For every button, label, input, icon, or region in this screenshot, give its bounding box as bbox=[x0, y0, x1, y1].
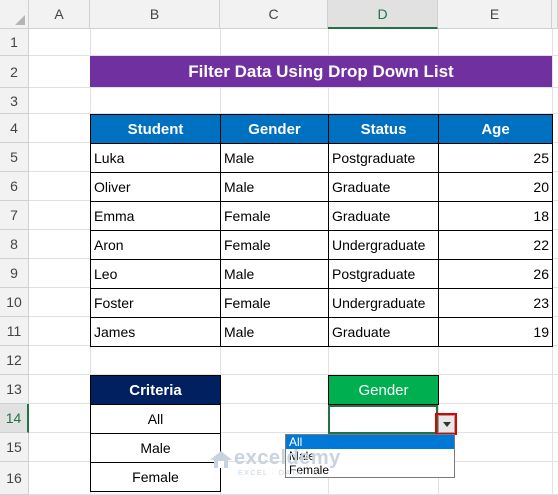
table-cell[interactable]: 18 bbox=[438, 201, 553, 231]
table-header-status: Status bbox=[328, 114, 439, 144]
table-cell[interactable]: Aron bbox=[90, 230, 221, 260]
gender-filter-cell[interactable] bbox=[328, 405, 438, 434]
criteria-item[interactable]: Female bbox=[90, 462, 221, 492]
table-cell[interactable]: Male bbox=[220, 317, 329, 347]
criteria-header: Criteria bbox=[90, 375, 221, 405]
dropdown-highlight-box bbox=[435, 413, 457, 435]
row-header-1[interactable]: 1 bbox=[0, 29, 29, 56]
table-cell[interactable]: Male bbox=[220, 259, 329, 289]
row-header-9[interactable]: 9 bbox=[0, 259, 29, 288]
column-header-d[interactable]: D bbox=[328, 0, 438, 29]
table-cell[interactable]: 26 bbox=[438, 259, 553, 289]
exceldemy-logo-icon bbox=[210, 450, 232, 468]
watermark: exceldemy EXCEL · DATA · BI bbox=[208, 447, 341, 477]
watermark-tagline: EXCEL · DATA · BI bbox=[238, 470, 323, 477]
row-header-5[interactable]: 5 bbox=[0, 143, 29, 172]
table-cell[interactable]: Male bbox=[220, 172, 329, 202]
select-all-corner[interactable] bbox=[0, 0, 29, 29]
table-cell[interactable]: Male bbox=[220, 143, 329, 173]
select-all-icon bbox=[15, 15, 25, 25]
column-header-c[interactable]: C bbox=[220, 0, 328, 29]
row-header-8[interactable]: 8 bbox=[0, 230, 29, 259]
table-cell[interactable]: Undergraduate bbox=[328, 230, 439, 260]
row-header-11[interactable]: 11 bbox=[0, 317, 29, 346]
table-cell[interactable]: 25 bbox=[438, 143, 553, 173]
row-header-3[interactable]: 3 bbox=[0, 88, 29, 114]
table-cell[interactable]: James bbox=[90, 317, 221, 347]
table-cell[interactable]: Graduate bbox=[328, 317, 439, 347]
table-cell[interactable]: Graduate bbox=[328, 172, 439, 202]
table-cell[interactable]: Undergraduate bbox=[328, 288, 439, 318]
table-cell[interactable]: Female bbox=[220, 288, 329, 318]
column-header-b[interactable]: B bbox=[90, 0, 220, 29]
table-cell[interactable]: 23 bbox=[438, 288, 553, 318]
table-cell[interactable]: 20 bbox=[438, 172, 553, 202]
table-cell[interactable]: Female bbox=[220, 201, 329, 231]
spreadsheet-grid[interactable]: A B C D E 1 2 3 4 5 6 7 8 9 10 11 12 13 14 15 16 Filter… bbox=[0, 0, 558, 495]
table-header-student: Student bbox=[90, 114, 221, 144]
table-cell[interactable]: Postgraduate bbox=[328, 143, 439, 173]
row-header-6[interactable]: 6 bbox=[0, 172, 29, 201]
table-cell[interactable]: Graduate bbox=[328, 201, 439, 231]
table-cell[interactable]: Foster bbox=[90, 288, 221, 318]
table-header-age: Age bbox=[438, 114, 553, 144]
table-cell[interactable]: 22 bbox=[438, 230, 553, 260]
row-header-16[interactable]: 16 bbox=[0, 462, 29, 495]
row-header-4[interactable]: 4 bbox=[0, 114, 29, 143]
table-cell[interactable]: Emma bbox=[90, 201, 221, 231]
row-header-15[interactable]: 15 bbox=[0, 433, 29, 462]
table-cell[interactable]: Leo bbox=[90, 259, 221, 289]
table-cell[interactable]: Luka bbox=[90, 143, 221, 173]
column-header-a[interactable]: A bbox=[29, 0, 90, 29]
row-header-12[interactable]: 12 bbox=[0, 346, 29, 375]
grid-line bbox=[29, 87, 558, 88]
table-header-gender: Gender bbox=[220, 114, 329, 144]
row-header-13[interactable]: 13 bbox=[0, 375, 29, 404]
gender-filter-header: Gender bbox=[328, 375, 439, 405]
sheet-title: Filter Data Using Drop Down List bbox=[90, 56, 552, 87]
row-header-10[interactable]: 10 bbox=[0, 288, 29, 317]
table-cell[interactable]: Postgraduate bbox=[328, 259, 439, 289]
criteria-item[interactable]: Male bbox=[90, 433, 221, 463]
table-cell[interactable]: Oliver bbox=[90, 172, 221, 202]
row-header-2[interactable]: 2 bbox=[0, 56, 29, 88]
criteria-item[interactable]: All bbox=[90, 404, 221, 434]
table-cell[interactable]: 19 bbox=[438, 317, 553, 347]
table-cell[interactable]: Female bbox=[220, 230, 329, 260]
column-header-e[interactable]: E bbox=[438, 0, 552, 29]
row-header-7[interactable]: 7 bbox=[0, 201, 29, 230]
column-header-f[interactable] bbox=[552, 0, 558, 29]
row-header-14[interactable]: 14 bbox=[0, 404, 29, 433]
watermark-brand: exceldemy bbox=[234, 447, 341, 469]
